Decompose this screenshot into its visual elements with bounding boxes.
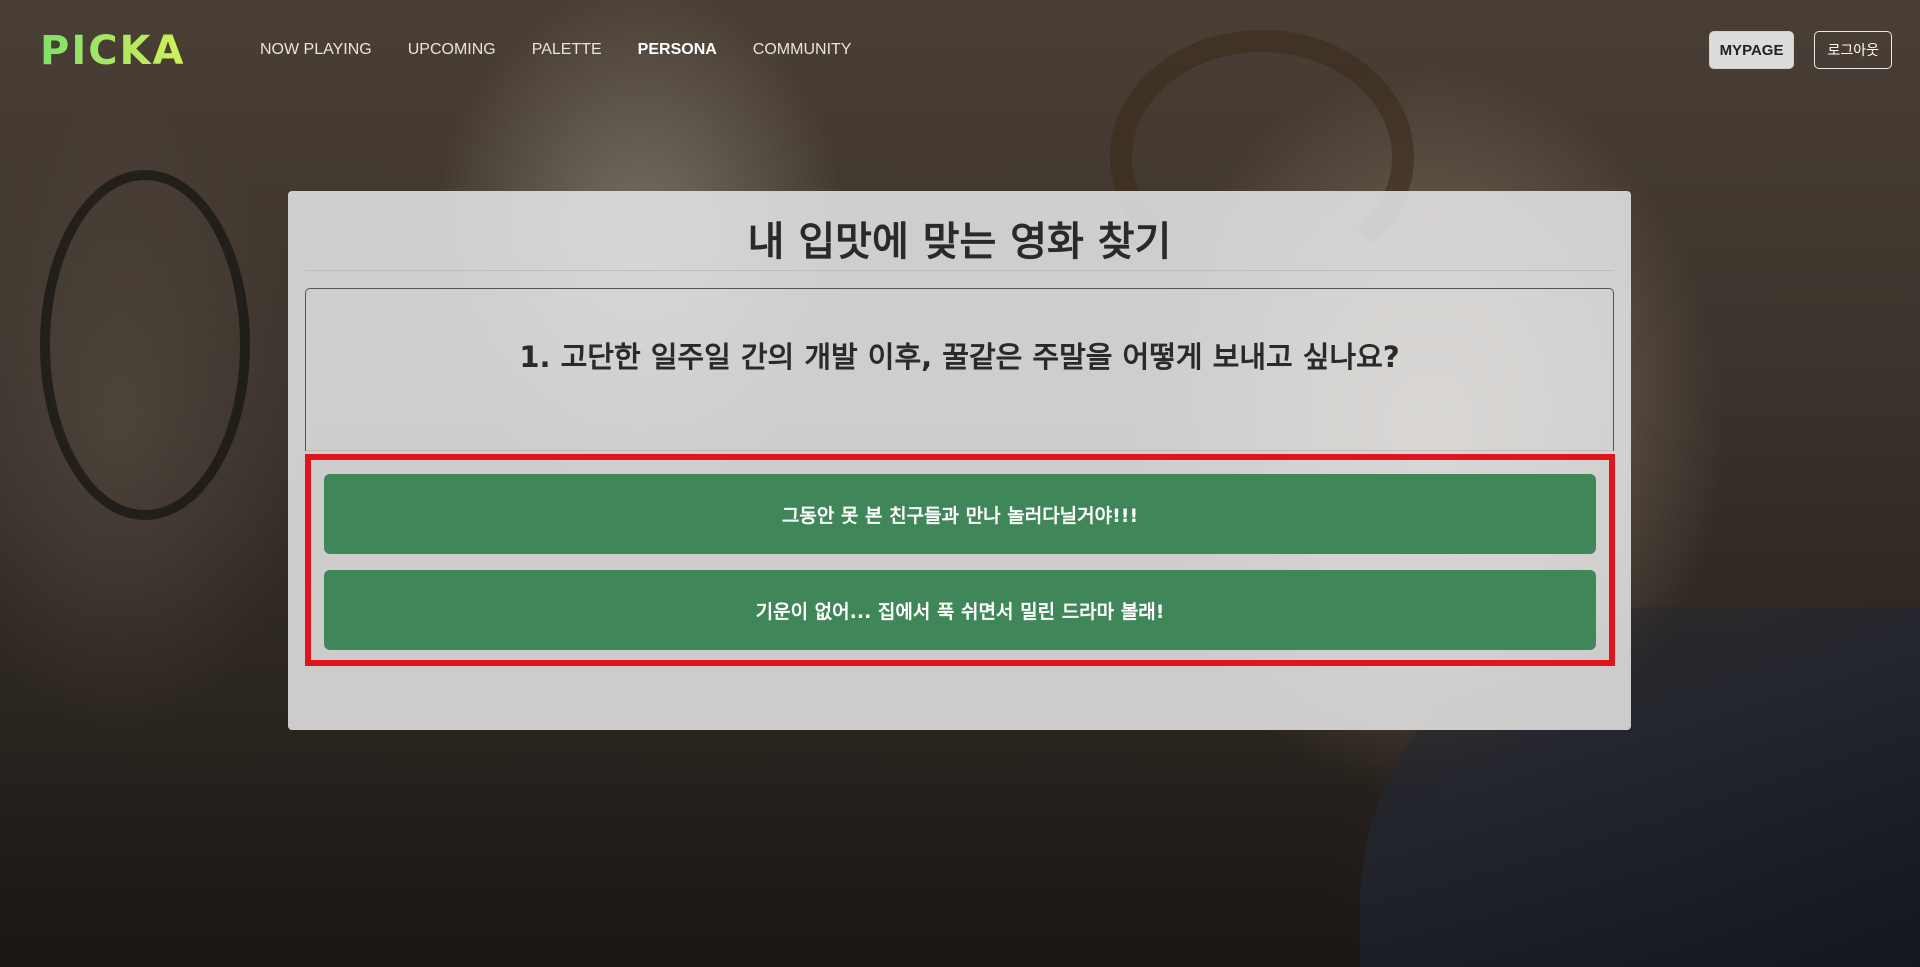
nav-actions: MYPAGE 로그아웃 [1708,31,1892,69]
navbar: PICKA NOW PLAYING UPCOMING PALETTE PERSO… [0,0,1920,100]
question-box: 1. 고단한 일주일 간의 개발 이후, 꿀같은 주말을 어떻게 보내고 싶나요… [305,288,1614,451]
nav-link-persona[interactable]: PERSONA [638,41,717,59]
answer-button-1[interactable]: 그동안 못 본 친구들과 만나 놀러다닐거야!!! [324,474,1596,554]
nav-link-palette[interactable]: PALETTE [532,41,602,59]
logout-button[interactable]: 로그아웃 [1814,31,1892,69]
answer-button-2[interactable]: 기운이 없어... 집에서 푹 쉬면서 밀린 드라마 볼래! [324,570,1596,650]
mypage-button[interactable]: MYPAGE [1708,31,1795,69]
nav-link-upcoming[interactable]: UPCOMING [408,41,496,59]
nav-link-community[interactable]: COMMUNITY [753,41,852,59]
question-divider [306,450,1613,451]
title-divider [305,270,1614,271]
nav-link-now-playing[interactable]: NOW PLAYING [260,41,372,59]
picka-logo[interactable]: PICKA [40,28,186,74]
question-text: 1. 고단한 일주일 간의 개발 이후, 꿀같은 주말을 어떻게 보내고 싶나요… [519,340,1400,374]
nav-links: NOW PLAYING UPCOMING PALETTE PERSONA COM… [260,0,851,100]
page: PICKA NOW PLAYING UPCOMING PALETTE PERSO… [0,0,1920,967]
quiz-card: 내 입맛에 맞는 영화 찾기 1. 고단한 일주일 간의 개발 이후, 꿀같은 … [288,191,1631,730]
quiz-title: 내 입맛에 맞는 영화 찾기 [747,219,1172,265]
background-film-reel [40,170,250,520]
answers-highlight-frame: 그동안 못 본 친구들과 만나 놀러다닐거야!!! 기운이 없어... 집에서 … [305,454,1615,666]
